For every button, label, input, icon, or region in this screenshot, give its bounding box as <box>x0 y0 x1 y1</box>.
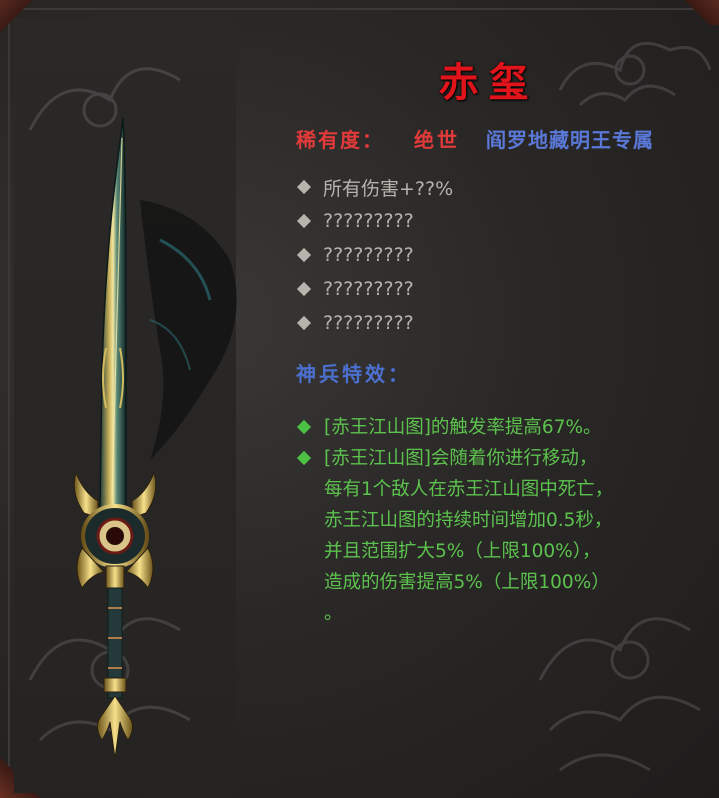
stat-line: ????????? <box>296 306 453 340</box>
effect-item: [赤王江山图]的触发率提高67%。 <box>296 412 613 443</box>
tooltip-panel: 赤玺 稀有度： 绝世 阎罗地藏明王专属 所有伤害+??% ????????? ???… <box>0 0 719 798</box>
effect-line: 造成的伤害提高5%（上限100%） <box>324 572 610 593</box>
stat-text: 所有伤害+??% <box>323 177 454 200</box>
stat-line: ????????? <box>296 204 453 238</box>
special-effect-list: [赤王江山图]的触发率提高67%。 [赤王江山图]会随着你进行移动， 每有1个敌… <box>296 412 613 629</box>
item-title: 赤玺 <box>438 59 539 106</box>
stat-line: 所有伤害+??% <box>296 170 453 204</box>
diamond-bullet-icon <box>296 315 312 331</box>
effect-line: 。 <box>324 603 343 624</box>
diamond-bullet-icon <box>296 179 312 195</box>
effect-line: [赤王江山图]的触发率提高67%。 <box>324 417 602 438</box>
rarity-row: 稀有度： 绝世 阎罗地藏明王专属 <box>296 124 654 153</box>
effect-line: 每有1个敌人在赤王江山图中死亡， <box>324 479 614 500</box>
exclusive-class-label: 阎罗地藏明王专属 <box>486 128 654 152</box>
stat-line: ????????? <box>296 272 453 306</box>
rarity-value: 绝世 <box>414 128 460 152</box>
stat-text: ????????? <box>323 278 414 300</box>
stat-text: ????????? <box>323 244 414 266</box>
sword-icon <box>73 118 157 759</box>
diamond-bullet-icon <box>296 213 312 229</box>
diamond-bullet-icon <box>296 450 312 466</box>
stat-text: ????????? <box>323 312 414 334</box>
stat-line: ????????? <box>296 238 453 272</box>
effect-item: [赤王江山图]会随着你进行移动， 每有1个敌人在赤王江山图中死亡， 赤王江山图的… <box>296 443 613 629</box>
effect-line: [赤王江山图]会随着你进行移动， <box>324 448 598 469</box>
effect-line: 赤王江山图的持续时间增加0.5秒， <box>324 510 613 531</box>
diamond-bullet-icon <box>296 419 312 435</box>
diamond-bullet-icon <box>296 247 312 263</box>
rarity-label: 稀有度： <box>296 128 384 152</box>
diamond-bullet-icon <box>296 281 312 297</box>
stat-list: 所有伤害+??% ????????? ????????? ????????? ?… <box>296 170 453 340</box>
stat-text: ????????? <box>323 210 414 232</box>
special-effect-heading: 神兵特效： <box>296 362 411 386</box>
effect-line: 并且范围扩大5%（上限100%）， <box>324 541 601 562</box>
